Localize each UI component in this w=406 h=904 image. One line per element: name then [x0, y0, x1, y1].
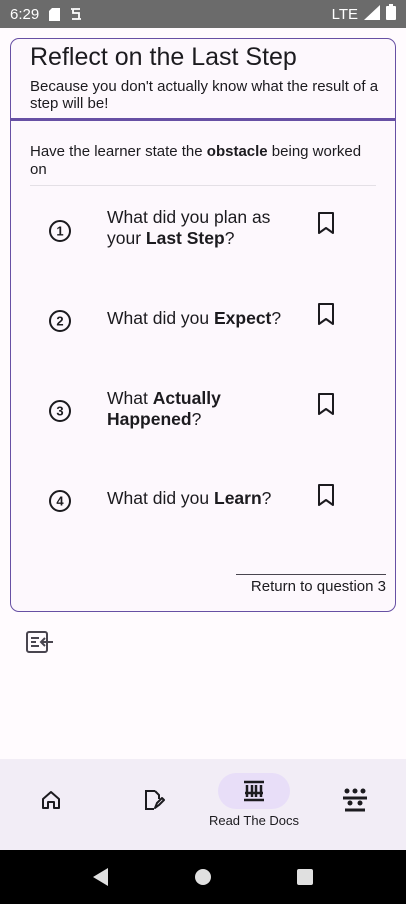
question-text: What did you plan as your Last Step?	[107, 207, 297, 249]
q-part: ?	[224, 228, 235, 248]
question-row-1[interactable]: 1 What did you plan as your Last Step?	[11, 203, 395, 263]
question-text: What did you Expect?	[107, 308, 297, 329]
question-row-4[interactable]: 4 What did you Learn?	[11, 473, 395, 533]
bookmark-icon[interactable]	[315, 302, 337, 326]
instruction-text: Have the learner state the obstacle bein…	[30, 143, 380, 179]
system-navigation-bar	[0, 850, 406, 904]
number-two-icon: 2	[49, 310, 71, 332]
accent-divider	[11, 118, 395, 121]
nav-label-read-the-docs: Read The Docs	[208, 813, 300, 828]
home-circle-icon[interactable]	[192, 866, 214, 888]
edit-note-icon	[145, 790, 165, 810]
bookmark-icon[interactable]	[315, 483, 337, 507]
question-text: What Actually Happened?	[107, 388, 297, 430]
number-one-icon: 1	[49, 220, 71, 242]
return-to-question-link[interactable]: Return to question 3	[236, 574, 386, 600]
read-the-docs-icon	[244, 780, 264, 802]
nav-read-the-docs[interactable]: Read The Docs	[203, 759, 304, 850]
signal-icon	[364, 4, 380, 24]
question-number: 3	[56, 404, 63, 419]
sd-card-icon	[49, 7, 61, 21]
nav-home[interactable]	[0, 759, 101, 850]
nav-edit[interactable]	[101, 759, 202, 850]
question-number: 4	[56, 494, 64, 509]
list-back-icon[interactable]	[25, 630, 55, 654]
recents-icon[interactable]	[294, 866, 316, 888]
question-number: 2	[56, 314, 63, 329]
q-part: What did you	[107, 488, 214, 508]
home-icon	[42, 791, 60, 809]
question-number: 1	[56, 224, 63, 239]
number-four-icon: 4	[49, 490, 71, 512]
q-bold: Last Step	[145, 228, 225, 248]
reflection-card: Reflect on the Last Step Because you don…	[10, 38, 396, 612]
q-bold: Learn	[214, 488, 262, 508]
number-three-icon: 3	[49, 400, 71, 422]
network-type: LTE	[331, 5, 358, 23]
back-icon[interactable]	[90, 866, 112, 888]
q-bold: Expect	[214, 308, 272, 328]
question-row-2[interactable]: 2 What did you Expect?	[11, 293, 395, 353]
bottom-navigation: Read The Docs	[0, 759, 406, 850]
battery-icon	[386, 4, 396, 24]
q-part: What did you	[107, 308, 214, 328]
card-title: Reflect on the Last Step	[30, 43, 297, 71]
bookmark-icon[interactable]	[315, 211, 337, 235]
groups-icon	[343, 788, 367, 812]
question-text: What did you Learn?	[107, 488, 297, 509]
q-part: ?	[191, 409, 202, 429]
question-row-3[interactable]: 3 What Actually Happened?	[11, 383, 395, 443]
instruction-bold: obstacle	[206, 143, 268, 160]
divider	[30, 185, 376, 186]
status-time: 6:29	[10, 5, 40, 23]
bookmark-icon[interactable]	[315, 392, 337, 416]
status-bar: 6:29 LTE	[0, 0, 406, 28]
instruction-part: Have the learner state the	[30, 143, 207, 160]
nav-groups[interactable]	[304, 759, 405, 850]
card-subtitle: Because you don't actually know what the…	[30, 78, 379, 112]
q-part: ?	[261, 488, 272, 508]
q-part: What	[107, 388, 153, 408]
sync-s-icon	[70, 7, 82, 21]
q-part: ?	[271, 308, 282, 328]
